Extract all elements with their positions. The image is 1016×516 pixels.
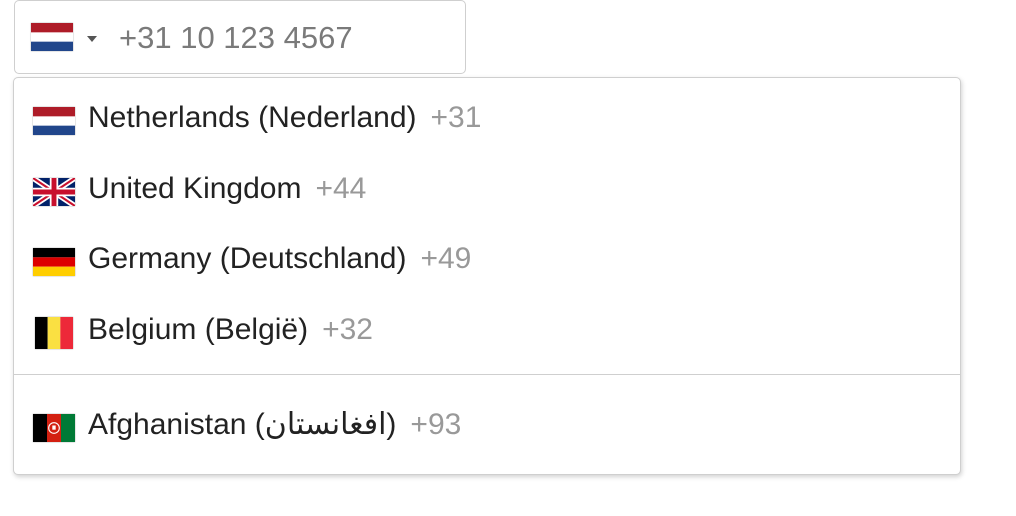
flag-netherlands-icon [31,23,73,51]
flag-netherlands-icon [33,107,75,135]
flag-germany-icon [33,248,75,276]
preferred-countries-divider [14,374,960,375]
flag-belgium-icon [35,317,73,349]
country-option-belgium[interactable]: Belgium (België) +32 [14,295,960,365]
chevron-down-icon [87,36,97,42]
country-name: United Kingdom +44 [88,172,367,205]
dial-code: +44 [315,172,367,205]
country-name: Germany (Deutschland) +49 [88,242,472,275]
dial-code: +49 [420,242,472,275]
dial-code: +32 [322,313,373,346]
phone-input[interactable] [119,15,449,61]
country-option-netherlands[interactable]: Netherlands (Nederland) +31 [14,83,960,153]
country-dropdown-list: Netherlands (Nederland) +31 United Kingdo… [13,77,961,475]
dial-code: +93 [410,408,462,441]
country-name: Belgium (België) +32 [88,313,373,346]
country-name: Afghanistan (‫افغانستان‬‎) +93 [88,408,462,441]
country-option-united-kingdom[interactable]: United Kingdom +44 [14,154,960,224]
phone-number-field [14,0,466,74]
country-option-germany[interactable]: Germany (Deutschland) +49 [14,224,960,294]
dial-code: +31 [430,101,482,134]
country-selector[interactable] [15,1,111,75]
country-option-afghanistan[interactable]: Afghanistan (‫افغانستان‬‎) +93 [14,390,960,460]
flag-afghanistan-icon [33,414,75,442]
flag-united-kingdom-icon [33,178,75,206]
country-name: Netherlands (Nederland) +31 [88,101,482,134]
